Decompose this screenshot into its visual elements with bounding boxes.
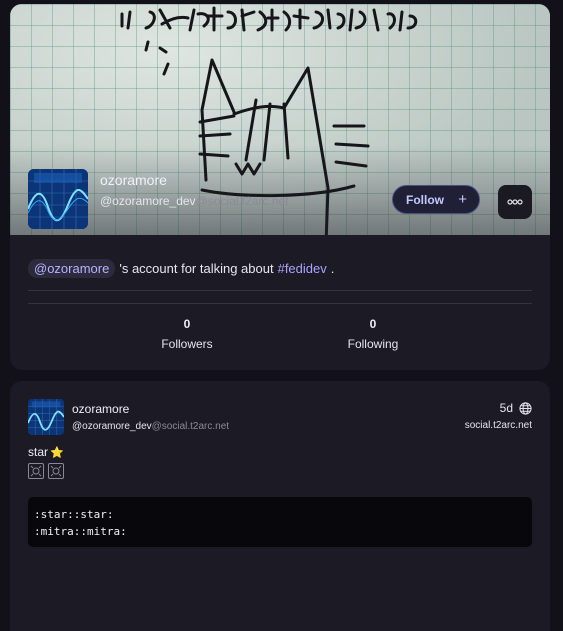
followers-stat[interactable]: 0 Followers: [127, 317, 247, 351]
post-handle-user: @ozoramore_dev: [72, 421, 152, 432]
broken-image-icon: [48, 463, 64, 479]
followers-label: Followers: [161, 337, 213, 351]
follow-button-label: Follow: [406, 192, 444, 207]
post-avatar[interactable]: [28, 399, 64, 435]
code-line: :star::star:: [34, 508, 114, 521]
post-display-name: ozoramore: [72, 402, 130, 416]
profile-handle-user: @ozoramore_dev: [100, 194, 196, 208]
plus-icon: +: [458, 191, 467, 208]
more-horizontal-icon: [507, 199, 523, 205]
profile-card: ozoramore @ozoramore_dev@social.t2arc.ne…: [10, 4, 550, 370]
post-instance[interactable]: social.t2arc.net: [465, 420, 532, 431]
bio-divider-bottom: [28, 303, 532, 304]
profile-handle: @ozoramore_dev@social.t2arc.net: [100, 194, 288, 208]
following-stat[interactable]: 0 Following: [313, 317, 433, 351]
post-time-label: 5d: [499, 401, 513, 415]
globe-icon: [519, 401, 532, 415]
broken-image-icon: [28, 463, 44, 479]
followers-count: 0: [183, 317, 191, 331]
waveform-image: [28, 399, 64, 435]
bio-divider-top: [28, 290, 532, 291]
follow-button[interactable]: Follow +: [392, 185, 480, 214]
post-timestamp[interactable]: 5d: [465, 401, 532, 415]
profile-handle-host: @social.t2arc.net: [195, 194, 289, 208]
code-line: :mitra::mitra:: [34, 525, 127, 538]
profile-names: ozoramore @ozoramore_dev@social.t2arc.ne…: [100, 172, 288, 208]
waveform-image: [28, 169, 88, 229]
post-text: star ⭐: [28, 445, 64, 459]
following-count: 0: [369, 317, 377, 331]
bio-end: .: [330, 261, 335, 276]
post-author[interactable]: ozoramore @ozoramore_dev@social.t2arc.ne…: [72, 402, 229, 432]
more-options-button[interactable]: [498, 185, 532, 219]
post-handle-host: @social.t2arc.net: [151, 421, 230, 432]
post-text-label: star: [28, 445, 49, 459]
profile-avatar[interactable]: [28, 169, 88, 229]
profile-bio: @ozoramore 's account for talking about …: [28, 259, 334, 278]
post-meta: 5d social.t2arc.net: [465, 401, 532, 431]
profile-display-name: ozoramore: [100, 172, 167, 188]
code-block: :star::star: :mitra::mitra:: [28, 497, 532, 547]
post-handle: @ozoramore_dev@social.t2arc.net: [72, 421, 229, 432]
post-card[interactable]: ozoramore @ozoramore_dev@social.t2arc.ne…: [10, 381, 550, 631]
bio-mention[interactable]: @ozoramore: [28, 259, 116, 278]
following-label: Following: [347, 337, 399, 351]
bio-hashtag[interactable]: #fedidev: [278, 261, 327, 276]
bio-text: 's account for talking about: [119, 261, 274, 276]
star-emoji: ⭐: [50, 446, 64, 459]
custom-emoji-row: [28, 463, 64, 479]
